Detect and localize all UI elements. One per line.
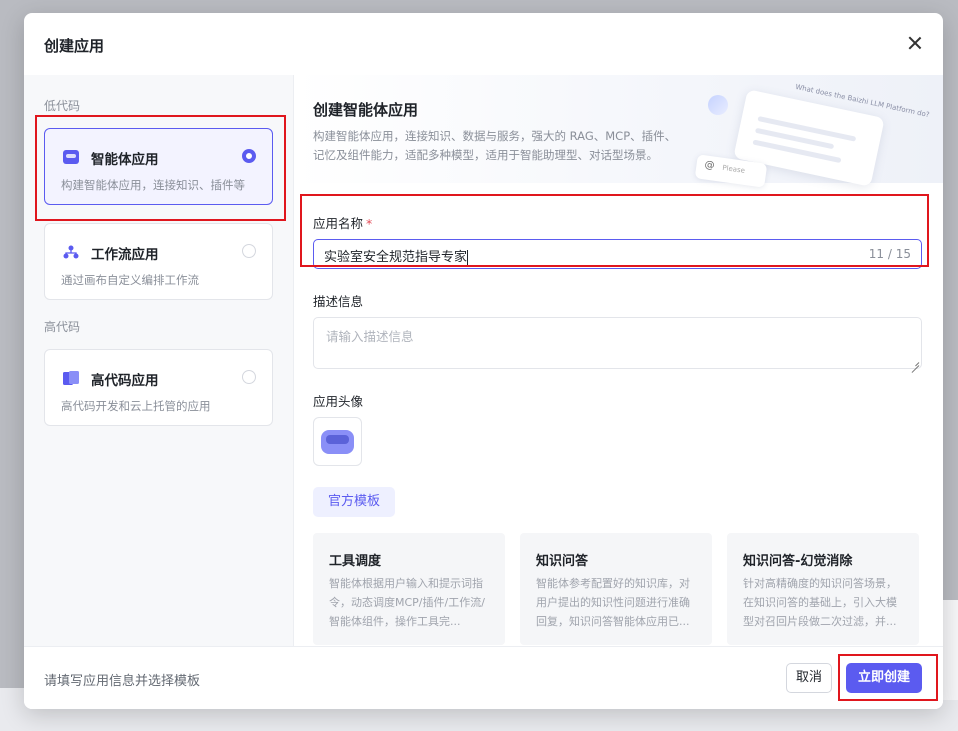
app-type-sidebar: 低代码 智能体应用 构建智能体应用，连接知识、插件等 工作流应用 通过画布自定义… (24, 75, 294, 646)
footer-hint: 请填写应用信息并选择模板 (44, 674, 201, 689)
description-placeholder: 请输入描述信息 (326, 329, 414, 344)
type-radio[interactable] (242, 244, 256, 258)
illustration-placeholder: Please (721, 163, 746, 175)
text-caret (467, 250, 469, 265)
app-type-banner: 创建智能体应用 构建智能体应用，连接知识、数据与服务，强大的 RAG、MCP、插… (294, 75, 943, 188)
app-name-input[interactable]: 实验室安全规范指导专家 11 / 15 (313, 239, 922, 269)
app-name-char-count: 11 / 15 (868, 247, 911, 261)
template-desc: 智能体参考配置好的知识库，对用户提出的知识性问题进行准确回复，知识问答智能体应用… (536, 577, 690, 628)
type-radio-selected[interactable] (242, 149, 256, 163)
banner-description: 构建智能体应用，连接知识、数据与服务，强大的 RAG、MCP、插件、记忆及组件能… (313, 129, 677, 162)
workflow-icon (63, 245, 79, 259)
dialog-header: 创建应用 (24, 13, 943, 76)
dialog-title: 创建应用 (44, 37, 105, 55)
cancel-button[interactable]: 取消 (786, 663, 832, 693)
app-name-label: 应用名称 * (313, 216, 373, 231)
create-app-dialog: 创建应用 低代码 智能体应用 构建智能体应用，连接知识、插件等 工作流应用 通过… (24, 13, 943, 709)
close-icon[interactable] (903, 31, 927, 55)
avatar-label: 应用头像 (313, 394, 364, 409)
type-card-desc: 通过画布自定义编排工作流 (61, 273, 199, 287)
high-code-icon (63, 371, 79, 385)
app-name-value: 实验室安全规范指导专家 (324, 250, 469, 265)
description-label: 描述信息 (313, 294, 364, 309)
template-card-knowledge-qa[interactable]: 知识问答 智能体参考配置好的知识库，对用户提出的知识性问题进行准确回复，知识问答… (520, 533, 712, 645)
type-card-workflow-app[interactable]: 工作流应用 通过画布自定义编排工作流 (44, 223, 273, 300)
banner-illustration-circle (708, 95, 728, 115)
type-radio[interactable] (242, 370, 256, 384)
high-code-group-label: 高代码 (44, 320, 81, 334)
template-card-hallucination-removal[interactable]: 知识问答-幻觉消除 针对高精确度的知识问答场景，在知识问答的基础上，引入大模型对… (727, 533, 919, 645)
type-card-agent-app[interactable]: 智能体应用 构建智能体应用，连接知识、插件等 (44, 128, 273, 205)
create-form-panel: 创建智能体应用 构建智能体应用，连接知识、数据与服务，强大的 RAG、MCP、插… (294, 75, 943, 646)
banner-title: 创建智能体应用 (313, 101, 419, 119)
type-card-desc: 构建智能体应用，连接知识、插件等 (61, 178, 245, 192)
required-mark: * (366, 216, 373, 231)
type-card-title: 工作流应用 (91, 247, 159, 263)
type-card-title: 智能体应用 (91, 152, 159, 168)
tab-official-templates[interactable]: 官方模板 (313, 487, 395, 517)
low-code-group-label: 低代码 (44, 99, 81, 113)
create-now-button[interactable]: 立即创建 (846, 663, 922, 693)
template-title: 知识问答 (536, 554, 589, 569)
template-desc: 针对高精确度的知识问答场景，在知识问答的基础上，引入大模型对召回片段做二次过滤，… (743, 577, 897, 628)
template-title: 知识问答-幻觉消除 (743, 554, 853, 569)
type-card-high-code-app[interactable]: 高代码应用 高代码开发和云上托管的应用 (44, 349, 273, 426)
at-icon: @ (703, 159, 716, 172)
type-card-title: 高代码应用 (91, 373, 159, 389)
dialog-footer: 请填写应用信息并选择模板 取消 立即创建 (24, 646, 943, 709)
description-textarea[interactable]: 请输入描述信息 (313, 317, 922, 369)
template-card-tool-dispatch[interactable]: 工具调度 智能体根据用户输入和提示词指令，动态调度MCP/插件/工作流/智能体组… (313, 533, 505, 645)
type-card-desc: 高代码开发和云上托管的应用 (61, 399, 211, 413)
template-desc: 智能体根据用户输入和提示词指令，动态调度MCP/插件/工作流/智能体组件，操作工… (329, 577, 485, 628)
robot-avatar-icon (321, 430, 354, 454)
resize-handle-icon[interactable] (911, 358, 919, 366)
template-title: 工具调度 (329, 554, 382, 569)
agent-app-icon (63, 150, 79, 164)
app-avatar-picker[interactable] (313, 417, 362, 466)
